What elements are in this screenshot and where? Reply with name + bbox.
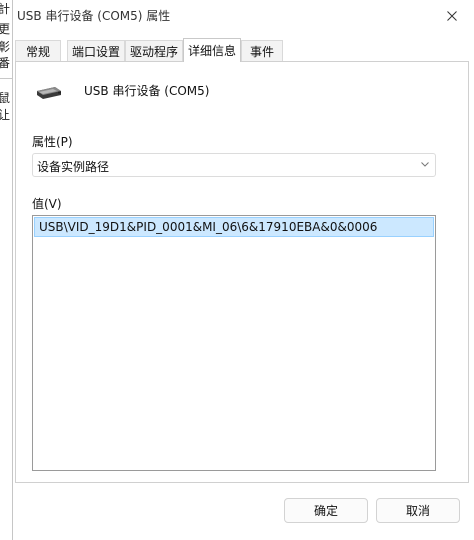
background-text: 让 <box>0 108 12 122</box>
chevron-down-icon <box>421 162 429 167</box>
cancel-button[interactable]: 取消 <box>376 498 460 523</box>
tab-port-settings[interactable]: 端口设置 <box>67 40 125 61</box>
property-selected-value: 设备实例路径 <box>37 160 110 174</box>
background-text: 彰 <box>0 40 12 54</box>
tab-strip: 常规 端口设置 驱动程序 详细信息 事件 <box>15 38 473 62</box>
background-divider <box>0 78 12 79</box>
value-list[interactable]: USB\VID_19D1&PID_0001&MI_06\6&17910EBA&0… <box>32 215 436 471</box>
property-label: 属性(P) <box>32 135 73 149</box>
close-button[interactable] <box>437 4 467 28</box>
background-text: 番 <box>0 56 12 70</box>
title-bar[interactable]: USB 串行设备 (COM5) 属性 <box>13 0 474 32</box>
value-list-item[interactable]: USB\VID_19D1&PID_0001&MI_06\6&17910EBA&0… <box>34 217 434 237</box>
tab-events[interactable]: 事件 <box>241 40 283 61</box>
background-text: 更 <box>0 22 12 36</box>
value-label: 值(V) <box>32 197 62 211</box>
tab-details[interactable]: 详细信息 <box>183 38 241 62</box>
background-text: 計 <box>0 2 12 16</box>
usb-serial-device-icon <box>37 87 61 99</box>
window-title: USB 串行设备 (COM5) 属性 <box>17 9 171 23</box>
value-text: USB\VID_19D1&PID_0001&MI_06\6&17910EBA&0… <box>39 220 378 234</box>
property-dropdown[interactable]: 设备实例路径 <box>32 153 436 177</box>
properties-dialog: USB 串行设备 (COM5) 属性 常规 端口设置 驱动程序 详细信息 事件 … <box>12 0 474 540</box>
background-text: 鼠 <box>0 91 12 105</box>
device-name: USB 串行设备 (COM5) <box>84 84 210 98</box>
ok-button[interactable]: 确定 <box>284 498 368 523</box>
close-icon <box>447 11 457 21</box>
details-tab-page: USB 串行设备 (COM5) 属性(P) 设备实例路径 值(V) USB\VI… <box>15 61 469 483</box>
tab-general[interactable]: 常规 <box>15 40 61 61</box>
screen: 計 更 彰 番 鼠 让 USB 串行设备 (COM5) 属性 常规 端口设置 驱… <box>0 0 474 540</box>
tab-driver[interactable]: 驱动程序 <box>125 40 183 61</box>
